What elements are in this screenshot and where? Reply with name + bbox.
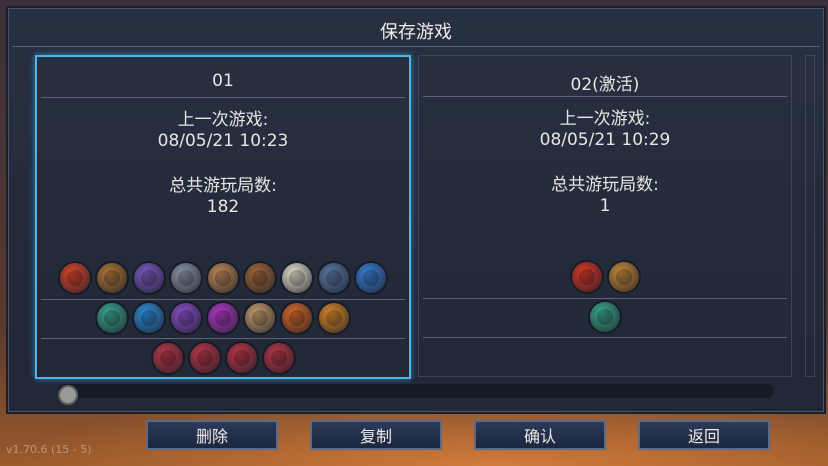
row-divider	[41, 299, 405, 300]
horizontal-scrollbar[interactable]	[58, 384, 774, 398]
total-runs-label: 总共游玩局数:	[551, 175, 659, 195]
red-flask-icon	[571, 262, 602, 292]
confirm-button[interactable]: 确认	[474, 420, 606, 450]
slot-name: 02(激活)	[570, 75, 640, 95]
delete-button[interactable]: 删除	[146, 420, 278, 450]
red-potion-icon	[60, 263, 90, 293]
slot-divider	[41, 97, 405, 98]
bow-icon	[208, 263, 238, 293]
eye-medallion-icon	[263, 343, 294, 373]
last-played-label: 上一次游戏:	[177, 110, 269, 130]
slot-divider	[423, 96, 787, 97]
armor-icon	[319, 263, 349, 293]
row-divider	[423, 298, 787, 299]
blue-rune-icon	[134, 303, 164, 333]
panel-title: 保存游戏	[380, 22, 452, 43]
version-label: v1.70.6 (15 - 5)	[6, 443, 92, 456]
horn-icon	[245, 303, 275, 333]
total-runs-value: 182	[206, 197, 240, 217]
eye-medallion-icon	[152, 343, 183, 373]
eye-medallion-icon	[189, 343, 220, 373]
blue-orb-icon	[356, 263, 386, 293]
last-played-value: 08/05/21 10:29	[539, 130, 671, 150]
slot-name: 01	[212, 71, 234, 91]
eye-medallion-icon	[226, 343, 257, 373]
gold-sack-icon	[608, 262, 639, 292]
item-row	[419, 302, 791, 332]
crossbow-icon	[171, 263, 201, 293]
total-runs-value: 1	[599, 196, 611, 216]
save-game-panel: 保存游戏 01 上一次游戏: 08/05/21 10:23 总共游玩局数: 18…	[6, 6, 826, 414]
purple-flame-icon	[208, 303, 238, 333]
green-rune-icon	[97, 303, 127, 333]
tome-icon	[97, 263, 127, 293]
title-divider	[12, 46, 820, 47]
shield-icon	[245, 263, 275, 293]
item-row	[37, 303, 409, 333]
save-slot-02[interactable]: 02(激活) 上一次游戏: 08/05/21 10:29 总共游玩局数: 1	[418, 55, 792, 377]
row-divider	[41, 338, 405, 339]
spider-icon	[282, 303, 312, 333]
save-slot-03-partial[interactable]	[805, 55, 815, 377]
scroll-icon	[134, 263, 164, 293]
item-row	[37, 343, 409, 373]
total-runs-label: 总共游玩局数:	[169, 176, 277, 196]
save-slot-01[interactable]: 01 上一次游戏: 08/05/21 10:23 总共游玩局数: 182	[35, 55, 411, 379]
last-played-value: 08/05/21 10:23	[157, 131, 289, 151]
back-button[interactable]: 返回	[638, 420, 770, 450]
green-rune-icon	[590, 302, 620, 332]
dice-icon	[282, 263, 312, 293]
scrollbar-thumb[interactable]	[58, 385, 78, 405]
item-row	[419, 262, 791, 292]
copy-button[interactable]: 复制	[310, 420, 442, 450]
orange-rune-icon	[319, 303, 349, 333]
purple-orb-icon	[171, 303, 201, 333]
row-divider	[423, 337, 787, 338]
item-row	[37, 263, 409, 293]
last-played-label: 上一次游戏:	[559, 109, 651, 129]
